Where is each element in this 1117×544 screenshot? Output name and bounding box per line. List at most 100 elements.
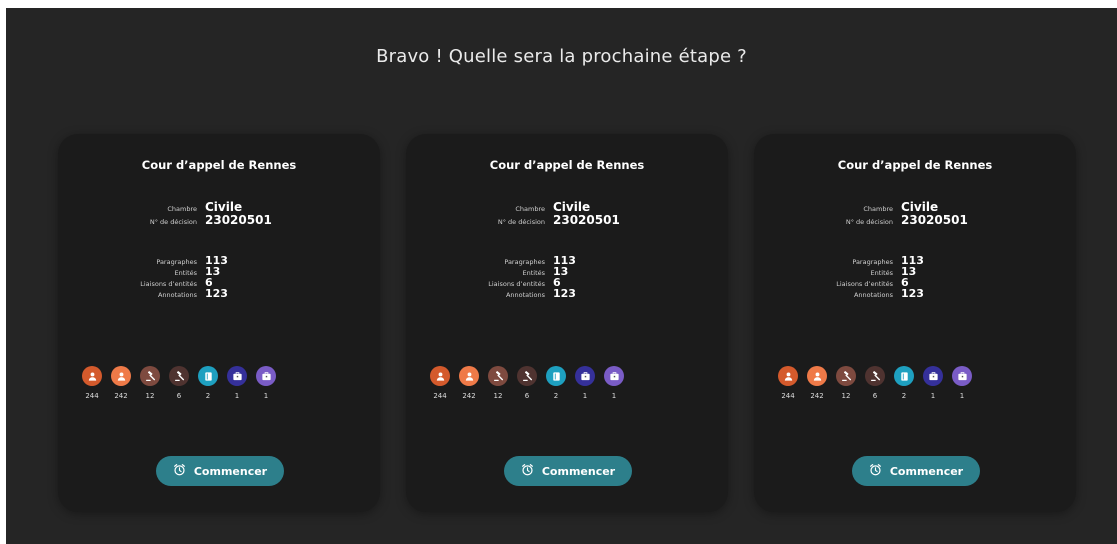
stat-label: Paragraphes — [852, 258, 893, 266]
entity-count: 244 — [85, 392, 99, 400]
entity-tag: 12 — [488, 366, 508, 400]
stat-label: Liaisons d’entités — [488, 280, 545, 288]
alarm-clock-icon — [173, 463, 186, 479]
start-button-label: Commencer — [193, 464, 268, 478]
stat-entities: Entités 13 — [754, 265, 1076, 278]
decision-info: Chambre Civile N° de décision 23020501 — [58, 200, 380, 227]
entity-tag: 6 — [169, 366, 189, 400]
field-label: Chambre — [863, 205, 893, 213]
book-icon — [546, 366, 566, 386]
field-label: Chambre — [167, 205, 197, 213]
entity-tag: 6 — [517, 366, 537, 400]
entity-tags: 244 242 12 6 2 1 1 — [82, 366, 276, 400]
building-icon — [604, 366, 624, 386]
entity-tag: 244 — [778, 366, 798, 400]
start-button[interactable]: Commencer — [156, 456, 284, 486]
field-decision-number: N° de décision 23020501 — [754, 213, 1076, 227]
field-decision-number: N° de décision 23020501 — [58, 213, 380, 227]
entity-tags: 244 242 12 6 2 1 1 — [430, 366, 624, 400]
stat-label: Entités — [174, 269, 197, 277]
entity-count: 1 — [611, 392, 617, 400]
stat-label: Liaisons d’entités — [836, 280, 893, 288]
entity-count: 12 — [841, 392, 851, 400]
app-screen: Bravo ! Quelle sera la prochaine étape ?… — [6, 8, 1117, 544]
entity-tags: 244 242 12 6 2 1 1 — [778, 366, 972, 400]
decision-info: Chambre Civile N° de décision 23020501 — [754, 200, 1076, 227]
stat-label: Annotations — [157, 291, 197, 299]
decision-stats: Paragraphes 113 Entités 13 Liaisons d’en… — [58, 254, 380, 300]
stat-entities: Entités 13 — [58, 265, 380, 278]
gavel-icon — [488, 366, 508, 386]
field-label: N° de décision — [149, 218, 197, 226]
field-decision-number: N° de décision 23020501 — [406, 213, 728, 227]
stat-label: Annotations — [505, 291, 545, 299]
decision-card: Cour d’appel de Rennes Chambre Civile N°… — [754, 134, 1076, 512]
stat-entities: Entités 13 — [406, 265, 728, 278]
entity-count: 6 — [176, 392, 182, 400]
field-label: N° de décision — [497, 218, 545, 226]
start-button[interactable]: Commencer — [852, 456, 980, 486]
building-icon — [256, 366, 276, 386]
stat-label: Entités — [870, 269, 893, 277]
entity-count: 1 — [234, 392, 240, 400]
decision-card: Cour d’appel de Rennes Chambre Civile N°… — [58, 134, 380, 512]
entity-count: 6 — [872, 392, 878, 400]
person-icon — [111, 366, 131, 386]
entity-count: 12 — [493, 392, 503, 400]
page-title: Bravo ! Quelle sera la prochaine étape ? — [376, 46, 747, 67]
gavel-icon — [836, 366, 856, 386]
entity-tag: 1 — [604, 366, 624, 400]
alarm-clock-icon — [521, 463, 534, 479]
person-icon — [807, 366, 827, 386]
field-value: Civile — [205, 200, 243, 214]
stat-label: Paragraphes — [504, 258, 545, 266]
field-chamber: Chambre Civile — [406, 200, 728, 214]
stat-value: 123 — [553, 287, 576, 300]
book-icon — [198, 366, 218, 386]
entity-tag: 1 — [256, 366, 276, 400]
gavel-icon — [140, 366, 160, 386]
entity-count: 2 — [205, 392, 211, 400]
entity-tag: 2 — [546, 366, 566, 400]
start-button-label: Commencer — [541, 464, 616, 478]
decision-card: Cour d’appel de Rennes Chambre Civile N°… — [406, 134, 728, 512]
entity-count: 1 — [263, 392, 269, 400]
stat-label: Entités — [522, 269, 545, 277]
decision-stats: Paragraphes 113 Entités 13 Liaisons d’en… — [406, 254, 728, 300]
stat-annotations: Annotations 123 — [406, 287, 728, 300]
field-value: Civile — [553, 200, 591, 214]
stat-value: 123 — [901, 287, 924, 300]
entity-tag: 2 — [198, 366, 218, 400]
entity-count: 242 — [810, 392, 824, 400]
entity-tag: 244 — [430, 366, 450, 400]
person-icon — [430, 366, 450, 386]
entity-tag: 2 — [894, 366, 914, 400]
gavel-icon — [517, 366, 537, 386]
field-chamber: Chambre Civile — [754, 200, 1076, 214]
entity-tag: 242 — [111, 366, 131, 400]
alarm-clock-icon — [869, 463, 882, 479]
entity-tag: 1 — [923, 366, 943, 400]
start-button[interactable]: Commencer — [504, 456, 632, 486]
building-icon — [575, 366, 595, 386]
entity-tag: 12 — [836, 366, 856, 400]
book-icon — [894, 366, 914, 386]
stat-annotations: Annotations 123 — [58, 287, 380, 300]
entity-tag: 12 — [140, 366, 160, 400]
person-icon — [82, 366, 102, 386]
entity-tag: 242 — [807, 366, 827, 400]
stat-paragraphs: Paragraphes 113 — [406, 254, 728, 267]
decision-stats: Paragraphes 113 Entités 13 Liaisons d’en… — [754, 254, 1076, 300]
field-value: 23020501 — [901, 213, 968, 227]
entity-count: 1 — [930, 392, 936, 400]
stat-label: Annotations — [853, 291, 893, 299]
stat-label: Liaisons d’entités — [140, 280, 197, 288]
field-value: Civile — [901, 200, 939, 214]
entity-count: 244 — [433, 392, 447, 400]
field-chamber: Chambre Civile — [58, 200, 380, 214]
entity-tag: 1 — [952, 366, 972, 400]
entity-count: 2 — [901, 392, 907, 400]
entity-count: 6 — [524, 392, 530, 400]
card-title: Cour d’appel de Rennes — [489, 158, 645, 172]
stat-annotations: Annotations 123 — [754, 287, 1076, 300]
